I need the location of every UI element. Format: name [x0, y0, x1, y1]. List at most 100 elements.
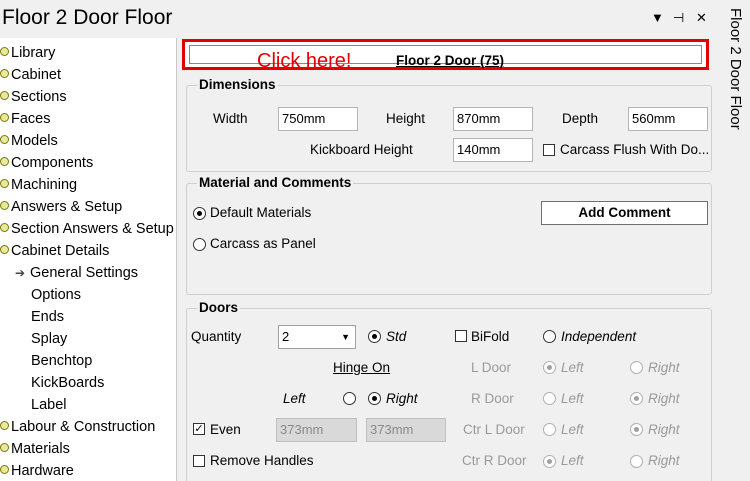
even-checkbox[interactable]: ✓	[193, 423, 205, 435]
carcass-flush-checkbox[interactable]	[543, 144, 555, 156]
hinge-on-label: Hinge On	[333, 360, 391, 375]
side-tab[interactable]: Floor 2 Door Floor	[718, 0, 750, 481]
tree-item-general-settings[interactable]: ➔ General Settings	[15, 262, 138, 284]
tree-item-section-answers[interactable]: Section Answers & Setup	[0, 218, 174, 240]
r-door-label: R Door	[471, 391, 514, 406]
r-door-left-radio[interactable]	[543, 392, 556, 405]
side-tab-label: Floor 2 Door Floor	[727, 8, 744, 130]
even-left-input[interactable]: 373mm	[276, 418, 357, 442]
click-here-highlight: Click here! Floor 2 Door (75)	[182, 39, 709, 72]
dropdown-icon[interactable]: ▼	[651, 10, 664, 26]
tree-item-label: Faces	[11, 111, 51, 127]
ctr-r-door-right-radio[interactable]	[630, 455, 643, 468]
bifold-checkbox[interactable]	[455, 330, 467, 342]
ctr-l-door-right-label: Right	[648, 422, 680, 437]
tree-item-models[interactable]: Models	[0, 130, 58, 152]
independent-radio[interactable]	[543, 330, 556, 343]
node-bullet-icon	[0, 421, 9, 430]
tree-item-label: Splay	[31, 331, 68, 347]
tree-item-cabinet-details[interactable]: Cabinet Details	[0, 240, 109, 262]
tree-item-components[interactable]: Components	[0, 152, 93, 174]
default-materials-label: Default Materials	[210, 205, 312, 220]
tree-item-hardware[interactable]: Hardware	[0, 460, 74, 481]
window-title: Floor 2 Door Floor	[2, 6, 173, 29]
bifold-label: BiFold	[471, 329, 510, 344]
hinge-right-radio[interactable]	[368, 392, 381, 405]
width-label: Width	[213, 111, 248, 126]
node-bullet-icon	[0, 443, 9, 452]
node-bullet-icon	[0, 201, 9, 210]
tree-item-label: Section Answers & Setup	[11, 221, 174, 237]
node-bullet-icon	[0, 157, 9, 166]
tree-item-splay[interactable]: Splay	[31, 328, 67, 350]
l-door-right-radio[interactable]	[630, 361, 643, 374]
tree-item-label: Benchtop	[31, 353, 93, 369]
quantity-label: Quantity	[191, 329, 242, 344]
even-right-input[interactable]: 373mm	[366, 418, 446, 442]
carcass-as-panel-radio[interactable]	[193, 238, 206, 251]
tree-item-machining[interactable]: Machining	[0, 174, 77, 196]
doors-group: Doors Quantity 2 ▼ Std BiFold Independent…	[186, 300, 712, 481]
node-bullet-icon	[0, 113, 9, 122]
tree-item-benchtop[interactable]: Benchtop	[31, 350, 92, 372]
independent-label: Independent	[561, 329, 637, 344]
ctr-l-door-right-radio[interactable]	[630, 423, 643, 436]
tree-item-label: Labour & Construction	[11, 419, 156, 435]
tree-item-labour-construction[interactable]: Labour & Construction	[0, 416, 155, 438]
doors-title: Doors	[197, 300, 241, 315]
close-icon[interactable]: ✕	[696, 10, 707, 26]
add-comment-button[interactable]: Add Comment	[541, 201, 708, 225]
tree-item-label: Label	[31, 397, 67, 413]
tree-item-faces[interactable]: Faces	[0, 108, 51, 130]
tree-item-sections[interactable]: Sections	[0, 86, 67, 108]
ctr-l-door-left-radio[interactable]	[543, 423, 556, 436]
chevron-down-icon: ▼	[341, 332, 350, 342]
tree-item-label: Ends	[31, 309, 65, 325]
tree-item-options[interactable]: Options	[31, 284, 81, 306]
hinge-left-radio[interactable]	[343, 392, 356, 405]
ctr-r-door-left-radio[interactable]	[543, 455, 556, 468]
tree-item-label: Answers & Setup	[11, 199, 123, 215]
tree-item-cabinet[interactable]: Cabinet	[0, 64, 61, 86]
kickboard-height-input[interactable]: 140mm	[453, 138, 533, 162]
material-comments-title: Material and Comments	[197, 175, 354, 190]
tree-item-label: Hardware	[11, 463, 74, 479]
node-bullet-icon	[0, 91, 9, 100]
tree-item-library[interactable]: Library	[0, 42, 55, 64]
dimensions-group: Dimensions Width 750mm Height 870mm Dept…	[186, 77, 712, 172]
ctr-r-door-label: Ctr R Door	[462, 453, 527, 468]
tree-item-label: Cabinet Details	[11, 243, 110, 259]
node-bullet-icon	[0, 465, 9, 474]
node-bullet-icon	[0, 47, 9, 56]
std-label: Std	[386, 329, 407, 344]
node-bullet-icon	[0, 69, 9, 78]
tree-item-answers-setup[interactable]: Answers & Setup	[0, 196, 122, 218]
pin-icon[interactable]: ⊣	[673, 10, 684, 26]
tree-item-label: KickBoards	[31, 375, 105, 391]
quantity-select[interactable]: 2 ▼	[278, 325, 356, 349]
r-door-left-label: Left	[561, 391, 584, 406]
material-comments-group: Material and Comments Default Materials …	[186, 175, 712, 295]
std-radio[interactable]	[368, 330, 381, 343]
tree-item-label-node[interactable]: Label	[31, 394, 66, 416]
height-input[interactable]: 870mm	[453, 107, 533, 131]
l-door-label: L Door	[471, 360, 512, 375]
title-bar: Floor 2 Door Floor ▼ ⊣ ✕	[0, 0, 718, 38]
click-here-annotation: Click here!	[257, 50, 352, 72]
remove-handles-checkbox[interactable]	[193, 455, 205, 467]
width-input[interactable]: 750mm	[278, 107, 358, 131]
model-name-link[interactable]: Floor 2 Door (75)	[396, 53, 504, 68]
tree-item-kickboards[interactable]: KickBoards	[31, 372, 104, 394]
l-door-right-label: Right	[648, 360, 680, 375]
depth-input[interactable]: 560mm	[628, 107, 708, 131]
tree-item-ends[interactable]: Ends	[31, 306, 64, 328]
ctr-r-door-left-label: Left	[561, 453, 584, 468]
default-materials-radio[interactable]	[193, 207, 206, 220]
tree-item-materials[interactable]: Materials	[0, 438, 70, 460]
r-door-right-radio[interactable]	[630, 392, 643, 405]
kickboard-height-label: Kickboard Height	[310, 142, 413, 157]
l-door-left-radio[interactable]	[543, 361, 556, 374]
hinge-right-label: Right	[386, 391, 418, 406]
tree-item-label: Cabinet	[11, 67, 61, 83]
carcass-as-panel-label: Carcass as Panel	[210, 236, 316, 251]
